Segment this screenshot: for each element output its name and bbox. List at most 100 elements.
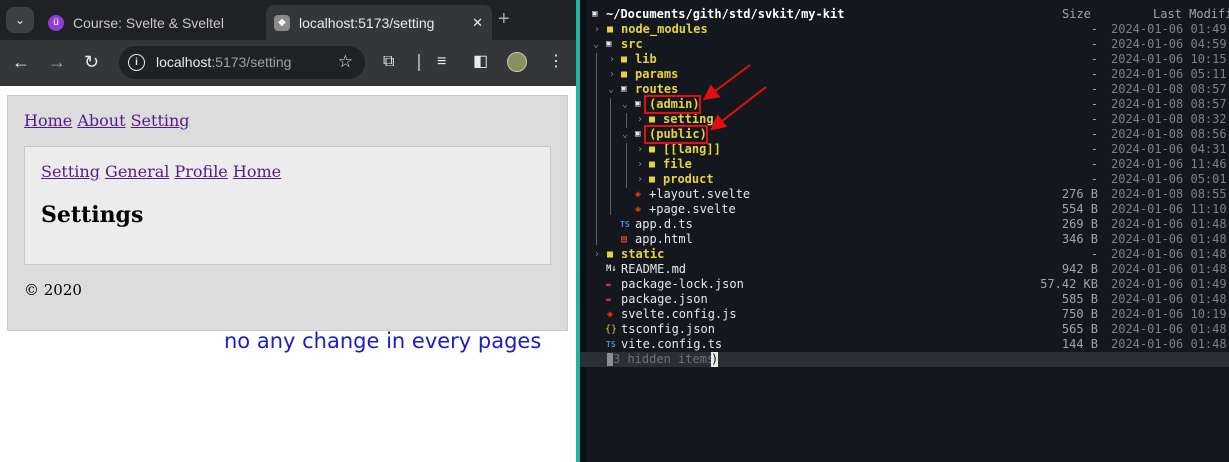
url-text[interactable]: localhost:5173/setting [156, 54, 291, 70]
chevron-right-icon: › [637, 114, 644, 125]
file-size: 942 B [1061, 262, 1098, 276]
tree-row-node-modules[interactable]: › ■ node_modules - 2024-01-06 01:49 [580, 22, 1229, 37]
page-title: Settings [41, 202, 144, 228]
file-size: - [1090, 127, 1098, 141]
top-navigation: Home About Setting [24, 111, 190, 130]
tab-course-svelte[interactable]: ü Course: Svelte & Sveltel [40, 5, 262, 40]
file-modified: 2024-01-06 10:15 [1111, 52, 1227, 66]
browser-toolbar: ← → ↻ i localhost:5173/setting ☆ ⧉ ≡ ◧ ⋮ [0, 40, 576, 86]
file-size: - [1090, 157, 1098, 171]
tree-row-package-json[interactable]: ▬ package.json 585 B 2024-01-06 01:48 [580, 292, 1229, 307]
chevron-right-icon: › [637, 174, 644, 185]
file-modified: 2024-01-06 01:48 [1111, 292, 1227, 306]
tree-row-svelte-config[interactable]: ◈ svelte.config.js 750 B 2024-01-06 10:1… [580, 307, 1229, 322]
subnav-link-general[interactable]: General [105, 162, 169, 181]
file-name: node_modules [621, 22, 708, 36]
nav-link-about[interactable]: About [77, 111, 125, 130]
nav-link-home[interactable]: Home [24, 111, 72, 130]
back-arrow-icon[interactable]: ← [12, 52, 30, 72]
tree-row-lang[interactable]: › ■ [[lang]] - 2024-01-06 04:31 [580, 142, 1229, 157]
folder-open-icon: ▣ [635, 99, 641, 109]
file-size: 554 B [1061, 202, 1098, 216]
tree-row-app-d-ts[interactable]: TS app.d.ts 269 B 2024-01-06 01:48 [580, 217, 1229, 232]
tree-row-app-html[interactable]: ▤ app.html 346 B 2024-01-06 01:48 [580, 232, 1229, 247]
folder-icon: ■ [649, 159, 656, 170]
web-page-content: Home About Setting Setting General Profi… [0, 86, 576, 462]
file-name: svelte.config.js [621, 307, 737, 321]
file-size: 276 B [1061, 187, 1098, 201]
file-name: app.html [635, 232, 693, 246]
tree-row-package-lock[interactable]: ▬ package-lock.json 57.42 KB 2024-01-06 … [580, 277, 1229, 292]
side-panel-icon[interactable]: ◧ [473, 52, 488, 72]
tree-row-vite-config[interactable]: TS vite.config.ts 144 B 2024-01-06 01:48 [580, 337, 1229, 352]
tree-row-page-svelte[interactable]: ◈ +page.svelte 554 B 2024-01-06 11:10 [580, 202, 1229, 217]
tab-search-button[interactable]: ⌄ [6, 7, 34, 33]
url-path: :5173/setting [211, 54, 292, 70]
reload-icon[interactable]: ↻ [84, 52, 99, 72]
settings-navigation: Setting General Profile Home [41, 162, 281, 181]
file-size: - [1090, 97, 1098, 111]
subnav-link-home[interactable]: Home [233, 162, 281, 181]
browser-window: ⌄ ü Course: Svelte & Sveltel ◆ localhost… [0, 0, 576, 462]
file-size: 57.42 KB [1040, 277, 1098, 291]
file-modified: 2024-01-06 01:49 [1111, 22, 1227, 36]
file-size: - [1090, 82, 1098, 96]
tree-row-file[interactable]: › ■ file - 2024-01-06 11:46 [580, 157, 1229, 172]
typescript-file-icon: TS [620, 220, 630, 229]
chevron-down-icon: ⌄ [608, 84, 615, 95]
tree-row-tsconfig[interactable]: {} tsconfig.json 565 B 2024-01-06 01:48 [580, 322, 1229, 337]
tab-title: localhost:5173/setting [299, 14, 435, 31]
tree-row-lib[interactable]: › ■ lib - 2024-01-06 10:15 [580, 52, 1229, 67]
subnav-link-profile[interactable]: Profile [174, 162, 227, 181]
file-modified: 2024-01-06 05:01 [1111, 172, 1227, 186]
hidden-items-row[interactable]: 3 hidden items ) [580, 352, 1229, 367]
media-control-icon[interactable]: ≡ [437, 52, 446, 72]
site-info-icon[interactable]: i [128, 54, 145, 71]
close-icon[interactable]: ✕ [472, 15, 483, 31]
file-size: - [1090, 172, 1098, 186]
forward-arrow-icon[interactable]: → [48, 52, 66, 72]
file-modified: 2024-01-08 08:55 [1111, 187, 1227, 201]
address-bar[interactable]: i localhost:5173/setting ☆ [119, 46, 365, 79]
file-modified: 2024-01-06 10:19 [1111, 307, 1227, 321]
file-size: 585 B [1061, 292, 1098, 306]
chevron-right-icon: › [637, 144, 644, 155]
file-modified: 2024-01-06 04:31 [1111, 142, 1227, 156]
file-name: README.md [621, 262, 687, 276]
folder-icon: ■ [607, 249, 614, 260]
tree-row-src[interactable]: ⌄ ▣ src - 2024-01-06 04:59 [580, 37, 1229, 52]
subnav-link-setting[interactable]: Setting [41, 162, 100, 181]
terminal-file-tree: ▣ ~/Documents/gith/std/svkit/my-kit Size… [580, 0, 1229, 462]
kebab-menu-icon[interactable]: ⋮ [548, 52, 564, 72]
file-modified: 2024-01-06 05:11 [1111, 67, 1227, 81]
bookmark-star-icon[interactable]: ☆ [338, 52, 353, 72]
file-name: lib [635, 52, 657, 66]
nav-link-setting[interactable]: Setting [131, 111, 190, 130]
tree-row-product[interactable]: › ■ product - 2024-01-06 05:01 [580, 172, 1229, 187]
profile-avatar[interactable] [507, 52, 527, 72]
folder-icon: ■ [649, 144, 656, 155]
folder-icon: ■ [607, 24, 614, 35]
annotation-note: no any change in every pages [224, 329, 542, 353]
file-size: - [1090, 112, 1098, 126]
tree-row-layout-svelte[interactable]: ◈ +layout.svelte 276 B 2024-01-08 08:55 [580, 187, 1229, 202]
tree-row-params[interactable]: › ■ params - 2024-01-06 05:11 [580, 67, 1229, 82]
extensions-puzzle-icon[interactable]: ⧉ [383, 52, 394, 72]
file-modified: 2024-01-06 01:48 [1111, 262, 1227, 276]
tree-row-static[interactable]: › ■ static - 2024-01-06 01:48 [580, 247, 1229, 262]
file-size: 565 B [1061, 322, 1098, 336]
new-tab-button[interactable]: + [498, 9, 510, 29]
folder-open-icon: ▣ [592, 9, 598, 19]
tab-title: Course: Svelte & Sveltel [73, 14, 224, 31]
toolbar-separator [418, 54, 420, 71]
folder-icon: ■ [621, 69, 628, 80]
file-size: 144 B [1061, 337, 1098, 351]
file-size: - [1090, 67, 1098, 81]
tab-localhost-setting[interactable]: ◆ localhost:5173/setting ✕ [266, 5, 492, 40]
file-name: +page.svelte [649, 202, 736, 216]
current-path: ~/Documents/gith/std/svkit/my-kit [606, 7, 845, 21]
tree-row-readme[interactable]: M↓ README.md 942 B 2024-01-06 01:48 [580, 262, 1229, 277]
folder-open-icon: ▣ [606, 39, 612, 49]
file-size: - [1090, 247, 1098, 261]
svelte-file-icon: ◈ [635, 189, 642, 200]
